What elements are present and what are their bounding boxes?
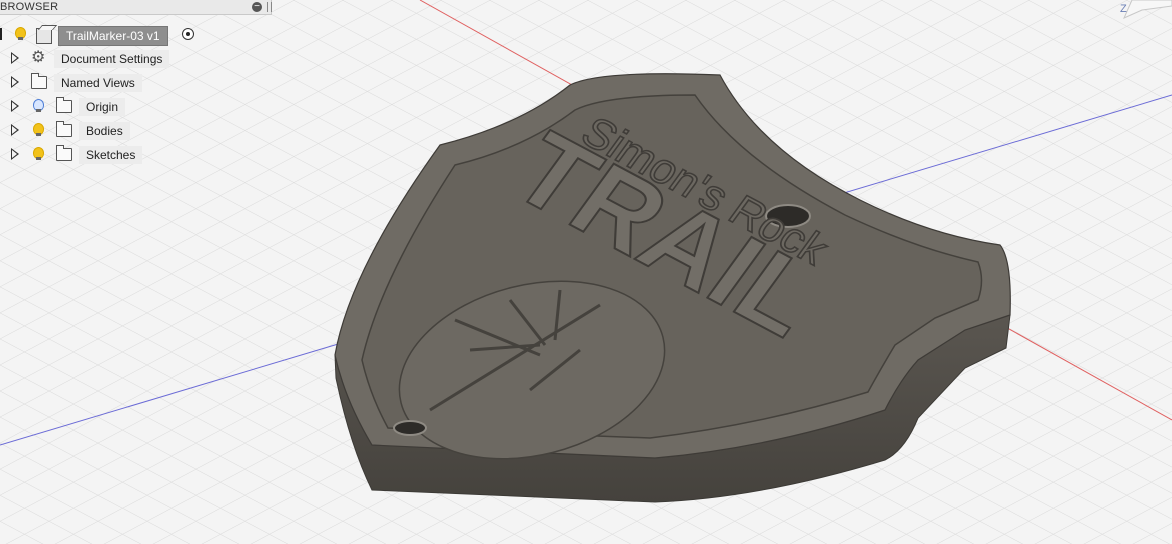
z-axis-label: Z — [1120, 3, 1127, 15]
root-visibility-bulb-icon[interactable] — [15, 27, 26, 40]
gear-icon: ⚙ — [31, 49, 46, 66]
browser-item-named-views[interactable]: Named Views — [54, 74, 142, 92]
mounting-hole-bottom — [393, 420, 427, 436]
expand-document-settings-icon[interactable] — [11, 52, 19, 64]
origin-visibility-bulb-icon[interactable] — [33, 99, 44, 112]
activate-component-radio[interactable] — [182, 28, 194, 40]
folder-icon — [56, 121, 72, 137]
sketches-visibility-bulb-icon[interactable] — [33, 147, 44, 160]
expand-named-views-icon[interactable] — [11, 76, 19, 88]
collapse-browser-button[interactable]: − — [252, 2, 262, 12]
bodies-visibility-bulb-icon[interactable] — [33, 123, 44, 136]
expand-sketches-icon[interactable] — [11, 148, 19, 160]
component-icon — [36, 28, 52, 44]
folder-icon — [31, 73, 47, 89]
3d-viewport[interactable]: Simon's Rock TRAIL — [0, 0, 1172, 544]
root-component-label[interactable]: TrailMarker-03 v1 — [58, 26, 168, 46]
expand-bodies-icon[interactable] — [11, 124, 19, 136]
browser-title: BROWSER — [0, 1, 59, 13]
expand-origin-icon[interactable] — [11, 100, 19, 112]
browser-panel-header: BROWSER − — [0, 0, 272, 15]
pin-browser-icon[interactable] — [267, 2, 272, 12]
browser-item-bodies[interactable]: Bodies — [79, 122, 130, 140]
browser-item-document-settings[interactable]: Document Settings — [54, 50, 170, 68]
folder-icon — [56, 97, 72, 113]
folder-icon — [56, 145, 72, 161]
browser-item-sketches[interactable]: Sketches — [79, 146, 143, 164]
root-expander-icon[interactable] — [0, 28, 2, 40]
browser-item-origin[interactable]: Origin — [79, 98, 126, 116]
